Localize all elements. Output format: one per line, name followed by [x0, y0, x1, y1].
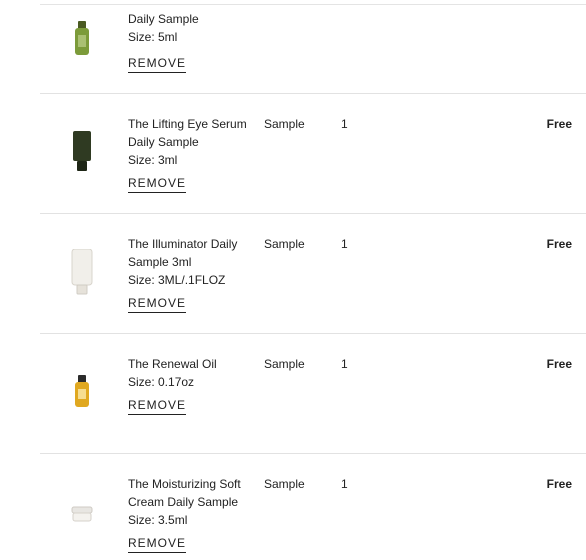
- item-name: Daily Sample Size: 5ml: [128, 12, 199, 44]
- item-price: Free: [546, 477, 572, 491]
- remove-button[interactable]: REMOVE: [128, 56, 187, 73]
- item-name: The Moisturizing Soft Cream Daily Sample…: [128, 477, 241, 527]
- remove-button[interactable]: REMOVE: [128, 398, 187, 415]
- item-type: Sample: [264, 117, 305, 131]
- item-price: Free: [546, 237, 572, 251]
- remove-button[interactable]: REMOVE: [128, 296, 187, 313]
- dark-green-tube-icon: [60, 127, 104, 177]
- item-price: Free: [546, 117, 572, 131]
- item-quantity: 1: [341, 357, 348, 371]
- item-type: Sample: [264, 477, 305, 491]
- item-quantity: 1: [341, 237, 348, 251]
- cart-item-renewal-oil: The Renewal Oil Size: 0.17oz Sample 1 Fr…: [40, 355, 586, 454]
- cart-item-moisturizing-soft-cream: The Moisturizing Soft Cream Daily Sample…: [40, 475, 586, 560]
- item-name: The Illuminator Daily Sample 3ml Size: 3…: [128, 237, 238, 287]
- green-oil-bottle-icon: [60, 14, 104, 64]
- item-type: Sample: [264, 237, 305, 251]
- white-tube-icon: [60, 247, 104, 297]
- item-name: The Renewal Oil Size: 0.17oz: [128, 357, 217, 389]
- item-price: Free: [546, 357, 572, 371]
- amber-oil-bottle-icon: [60, 367, 104, 417]
- item-type: Sample: [264, 357, 305, 371]
- row-divider: [40, 93, 586, 94]
- remove-button[interactable]: REMOVE: [128, 536, 187, 553]
- cart-item-illuminator: The Illuminator Daily Sample 3ml Size: 3…: [40, 235, 586, 334]
- top-divider: [40, 4, 586, 5]
- cream-jar-icon: [60, 489, 104, 539]
- cart-item-daily-sample-5ml: Daily Sample Size: 5ml REMOVE: [40, 10, 586, 94]
- item-quantity: 1: [341, 477, 348, 491]
- row-divider: [40, 213, 586, 214]
- item-quantity: 1: [341, 117, 348, 131]
- item-name: The Lifting Eye Serum Daily Sample Size:…: [128, 117, 247, 167]
- cart-item-lifting-eye-serum: The Lifting Eye Serum Daily Sample Size:…: [40, 115, 586, 214]
- row-divider: [40, 333, 586, 334]
- remove-button[interactable]: REMOVE: [128, 176, 187, 193]
- row-divider: [40, 453, 586, 454]
